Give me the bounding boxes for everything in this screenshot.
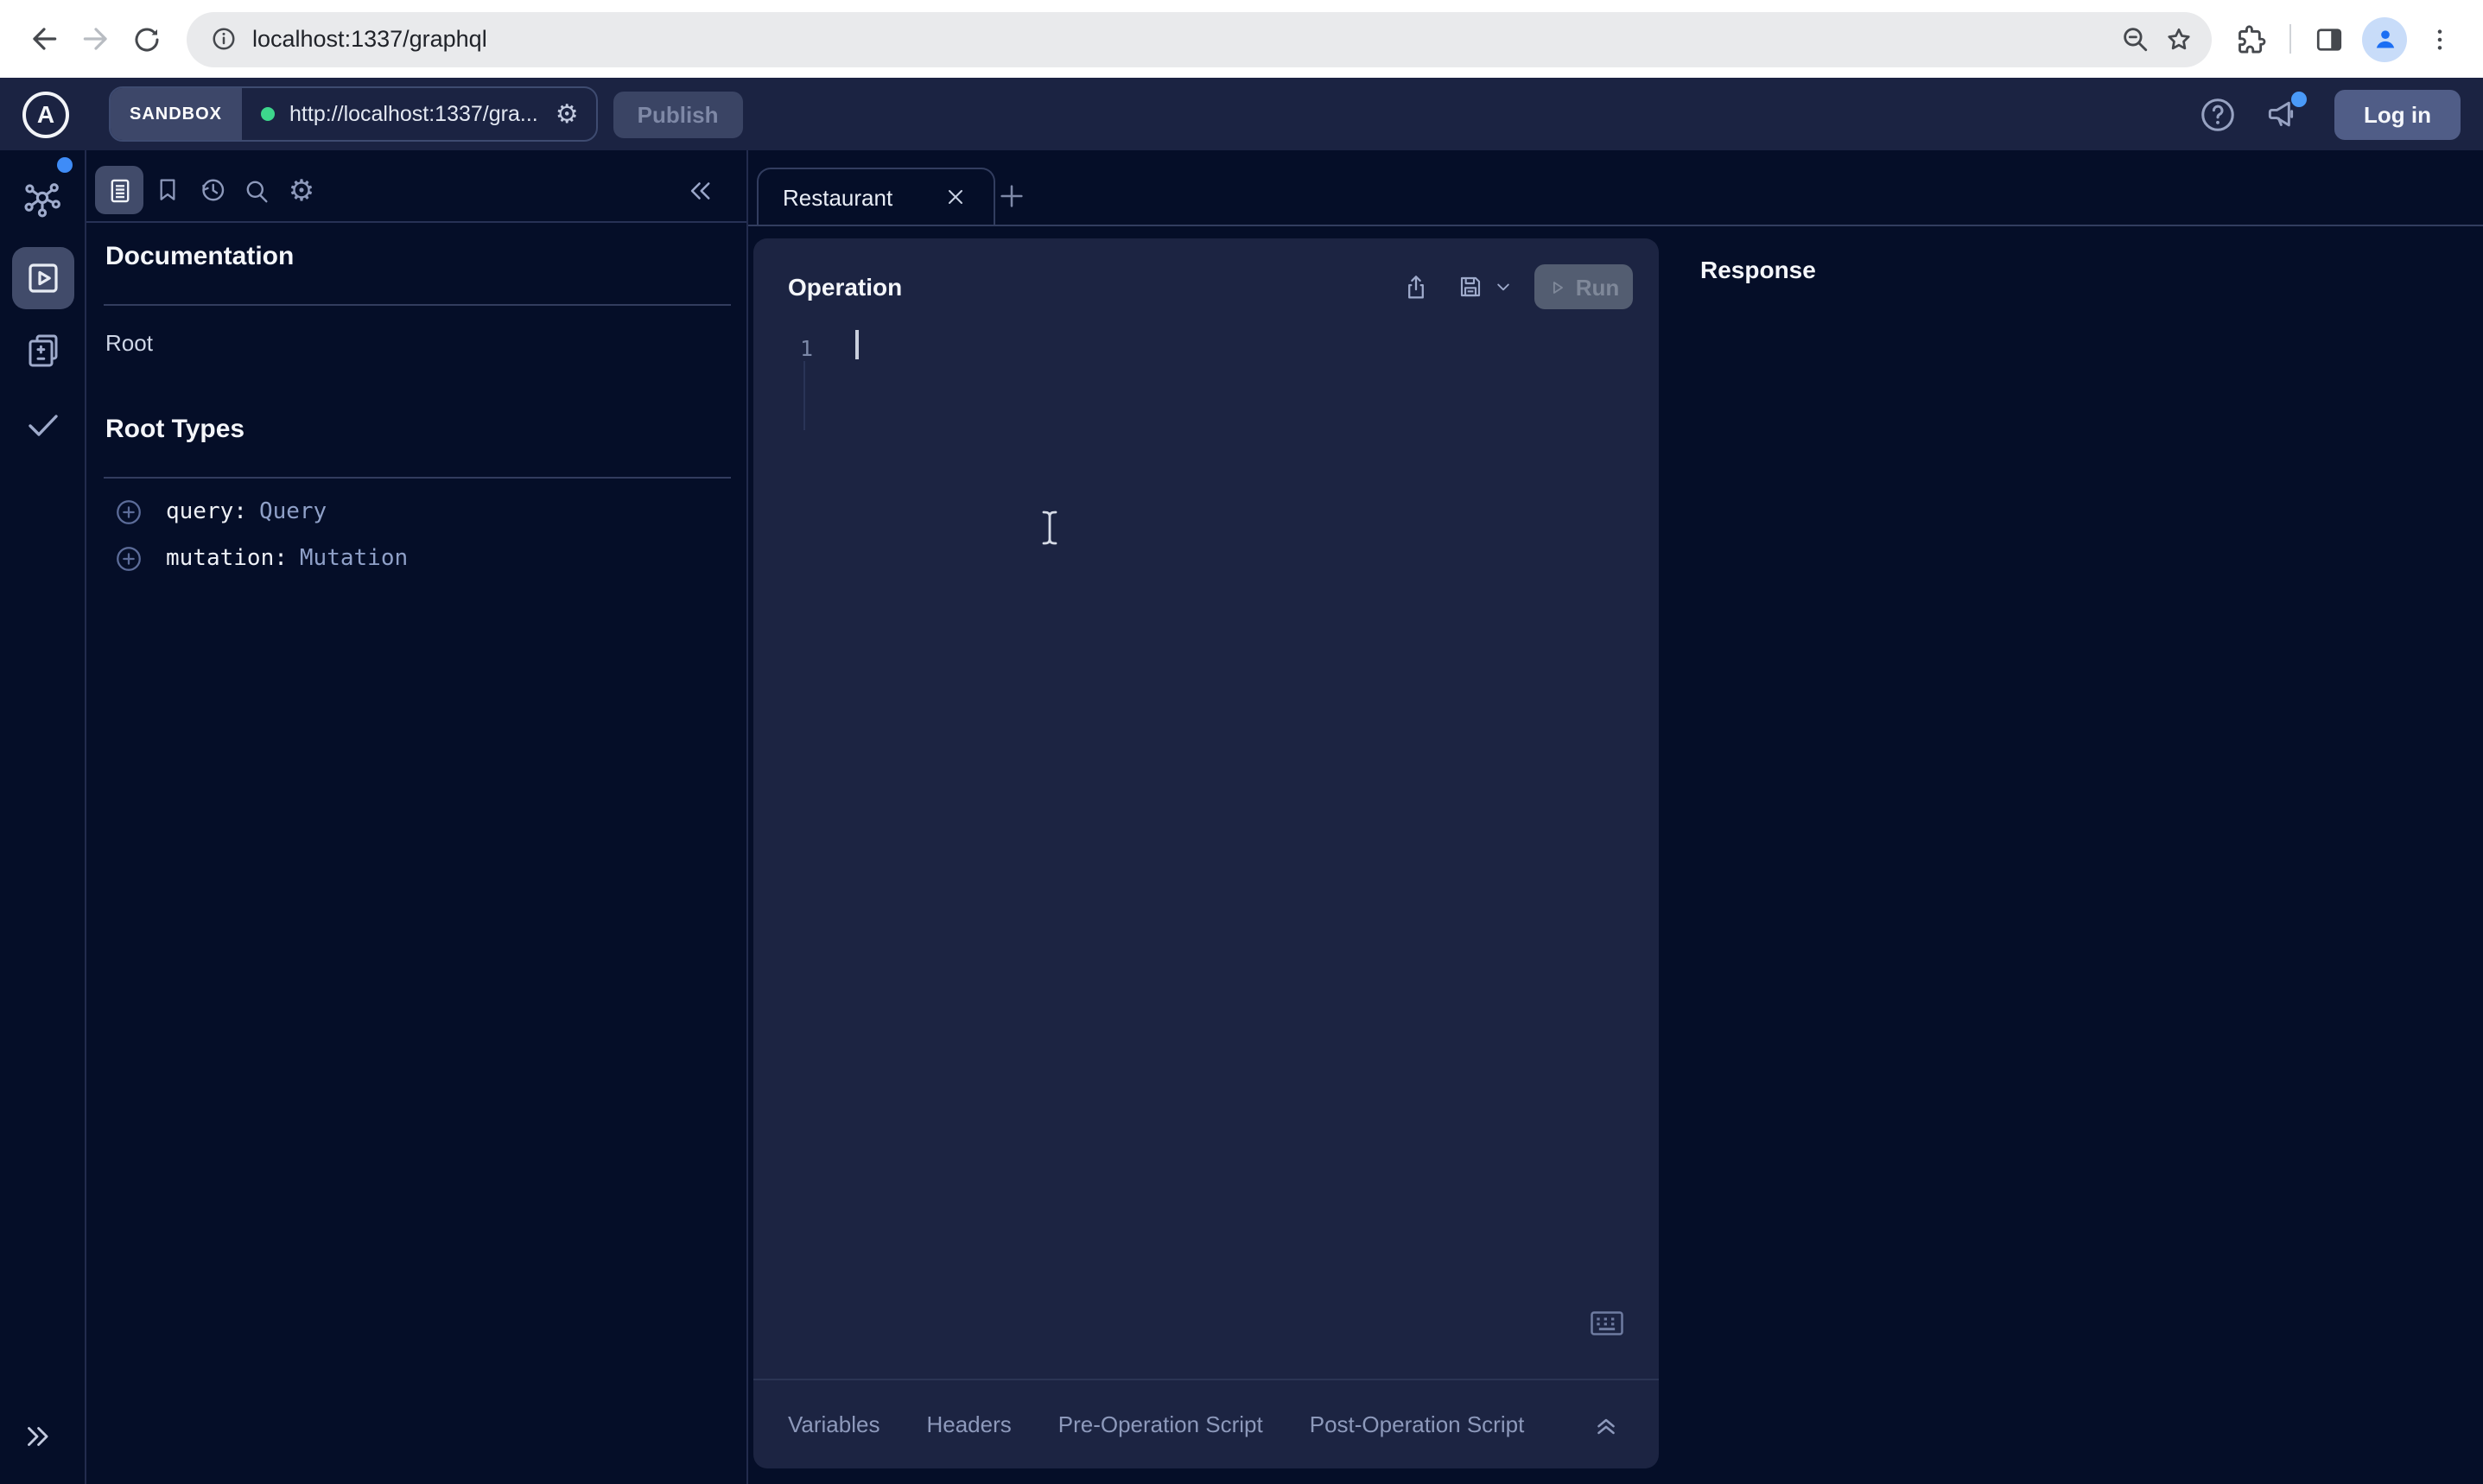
zoom-out-icon[interactable] — [2112, 16, 2156, 61]
workspace: Restaurant Operation — [748, 150, 2483, 1484]
publish-button[interactable]: Publish — [613, 91, 743, 137]
share-operation-icon[interactable] — [1394, 266, 1436, 308]
browser-toolbar: localhost:1337/graphql — [0, 0, 2483, 78]
connection-status-dot — [260, 107, 274, 121]
app-window: localhost:1337/graphql A — [0, 0, 2483, 1484]
documentation-panel: ⚙ Documentation Root Root Types query: Q… — [86, 150, 748, 1484]
search-icon[interactable] — [235, 168, 278, 212]
documentation-title: Documentation — [105, 242, 294, 271]
editor-caret — [855, 330, 858, 359]
expand-sidebar-icon[interactable] — [14, 1413, 59, 1458]
pre-operation-script-tab[interactable]: Pre-Operation Script — [1058, 1411, 1263, 1437]
query-type-link[interactable]: Query — [259, 498, 327, 524]
url-bar[interactable]: localhost:1337/graphql — [187, 11, 2212, 67]
announcements-icon[interactable] — [2258, 90, 2307, 138]
run-button[interactable]: Run — [1534, 264, 1633, 309]
close-tab-icon[interactable] — [941, 183, 968, 211]
schema-graph-icon[interactable] — [20, 176, 65, 221]
apollo-logo[interactable]: A — [22, 91, 69, 137]
browser-menu-icon[interactable] — [2414, 13, 2466, 65]
operation-panel: Operation Run — [753, 238, 1659, 1468]
extensions-icon[interactable] — [2226, 13, 2277, 65]
checks-icon[interactable] — [20, 403, 65, 447]
schema-notification-dot — [57, 157, 73, 173]
add-mutation-icon[interactable] — [114, 543, 143, 573]
new-tab-icon[interactable] — [990, 174, 1032, 216]
operation-title: Operation — [788, 273, 902, 301]
headers-tab[interactable]: Headers — [926, 1411, 1011, 1437]
site-info-icon[interactable] — [200, 16, 245, 61]
changelog-icon[interactable] — [20, 328, 65, 373]
toolbar-divider — [2289, 24, 2291, 54]
mouse-ibeam-cursor — [1040, 510, 1059, 546]
forward-icon[interactable] — [69, 13, 121, 65]
app-header: A SANDBOX http://localhost:1337/gra... ⚙… — [0, 78, 2483, 150]
collapse-panel-icon[interactable] — [677, 168, 722, 212]
main-area: ⚙ Documentation Root Root Types query: Q… — [0, 150, 2483, 1484]
apollo-logo-letter: A — [37, 100, 54, 128]
panel-divider — [86, 221, 746, 223]
documentation-tab-active[interactable] — [95, 166, 143, 214]
endpoint-url[interactable]: http://localhost:1337/gra... — [274, 102, 554, 126]
documentation-toolbar: ⚙ — [95, 164, 722, 216]
operation-header: Operation Run — [753, 238, 1659, 309]
explorer-nav-active[interactable] — [12, 247, 74, 309]
url-text[interactable]: localhost:1337/graphql — [252, 26, 487, 52]
endpoint-settings-icon[interactable]: ⚙ — [554, 101, 596, 127]
login-button[interactable]: Log in — [2334, 89, 2461, 139]
history-icon[interactable] — [190, 168, 233, 212]
root-type-mutation-row[interactable]: mutation: Mutation — [114, 537, 408, 579]
section-divider — [104, 477, 731, 479]
variables-tab[interactable]: Variables — [788, 1411, 880, 1437]
operation-footer: Variables Headers Pre-Operation Script P… — [753, 1379, 1659, 1468]
gear-glyph: ⚙ — [289, 175, 315, 205]
bookmark-star-icon[interactable] — [2156, 16, 2201, 61]
environment-badge: SANDBOX — [111, 88, 241, 140]
post-operation-script-tab[interactable]: Post-Operation Script — [1310, 1411, 1525, 1437]
announcements-notification-dot — [2291, 92, 2307, 107]
help-icon[interactable] — [2193, 90, 2241, 138]
mutation-field-name: mutation: — [166, 545, 288, 571]
explorer-settings-icon[interactable]: ⚙ — [280, 168, 323, 212]
editor-gutter-line — [803, 361, 805, 430]
doc-root-link[interactable]: Root — [105, 330, 153, 356]
save-menu-chevron-icon[interactable] — [1493, 266, 1514, 308]
editor-line-number: 1 — [800, 335, 813, 361]
root-type-query-row[interactable]: query: Query — [114, 491, 327, 532]
response-title: Response — [1700, 256, 1816, 283]
run-label: Run — [1576, 274, 1620, 300]
back-icon[interactable] — [17, 13, 69, 65]
reload-icon[interactable] — [121, 13, 173, 65]
tab-label: Restaurant — [783, 184, 892, 210]
mutation-type-link[interactable]: Mutation — [300, 545, 408, 571]
publish-label: Publish — [638, 101, 719, 127]
expand-footer-icon[interactable] — [1586, 1405, 1624, 1443]
add-query-icon[interactable] — [114, 497, 143, 526]
root-types-title: Root Types — [105, 415, 244, 444]
save-operation-icon[interactable] — [1450, 266, 1491, 308]
tabbar-border — [748, 225, 2483, 226]
play-icon — [1548, 277, 1567, 296]
left-rail — [0, 150, 86, 1484]
tab-restaurant[interactable]: Restaurant — [757, 168, 994, 225]
keyboard-shortcuts-icon[interactable] — [1590, 1310, 1624, 1337]
operation-actions: Run — [1381, 264, 1633, 309]
endpoint-pill: SANDBOX http://localhost:1337/gra... ⚙ — [109, 86, 598, 142]
environment-label: SANDBOX — [130, 105, 222, 124]
login-label: Log in — [2364, 101, 2431, 127]
side-panel-icon[interactable] — [2303, 13, 2355, 65]
query-field-name: query: — [166, 498, 247, 524]
bookmarks-icon[interactable] — [145, 168, 188, 212]
section-divider — [104, 304, 731, 306]
profile-avatar[interactable] — [2362, 16, 2407, 61]
